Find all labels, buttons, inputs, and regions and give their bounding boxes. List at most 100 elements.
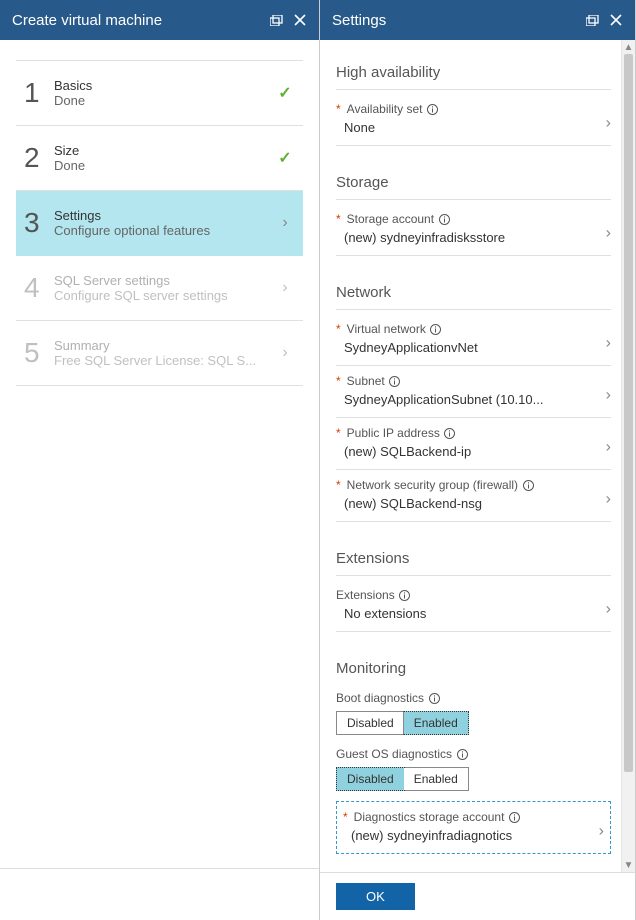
field-storage-account[interactable]: * Storage account (new) sydneyinfradisks… <box>336 204 611 256</box>
chevron-right-icon: › <box>606 386 611 404</box>
create-vm-header: Create virtual machine <box>0 0 319 40</box>
field-extensions[interactable]: Extensions No extensions › <box>336 580 611 632</box>
info-icon[interactable] <box>399 589 411 601</box>
step-summary[interactable]: 5 Summary Free SQL Server License: SQL S… <box>16 321 303 386</box>
info-icon[interactable] <box>508 811 520 823</box>
section-storage: Storage * Storage account (new) sydneyin… <box>336 166 625 256</box>
step-number: 5 <box>24 337 54 369</box>
field-label-text: Storage account <box>347 212 434 226</box>
step-number: 4 <box>24 272 54 304</box>
step-subtitle: Free SQL Server License: SQL S... <box>54 353 275 368</box>
settings-footer: OK <box>320 872 635 920</box>
close-icon[interactable] <box>609 13 623 27</box>
field-value: (new) SQLBackend-ip <box>336 444 611 459</box>
field-value: SydneyApplicationvNet <box>336 340 611 355</box>
restore-icon[interactable] <box>585 13 599 27</box>
left-footer <box>0 868 319 920</box>
create-vm-panel: Create virtual machine 1 Basics Done ✓ 2… <box>0 0 320 920</box>
step-subtitle: Configure SQL server settings <box>54 288 275 303</box>
chevron-right-icon: › <box>606 224 611 242</box>
info-icon[interactable] <box>522 479 534 491</box>
field-label-text: Network security group (firewall) <box>347 478 518 492</box>
field-diagnostics-storage[interactable]: * Diagnostics storage account (new) sydn… <box>336 801 611 854</box>
field-nsg[interactable]: * Network security group (firewall) (new… <box>336 470 611 522</box>
check-icon: ✓ <box>278 83 291 103</box>
step-number: 3 <box>24 207 54 239</box>
boot-diagnostics-label: Boot diagnostics <box>336 691 611 705</box>
section-network: Network * Virtual network SydneyApplicat… <box>336 276 625 522</box>
step-settings[interactable]: 3 Settings Configure optional features › <box>16 191 303 256</box>
section-heading: Network <box>336 276 611 310</box>
guest-diagnostics-label: Guest OS diagnostics <box>336 747 611 761</box>
settings-body: High availability * Availability set Non… <box>320 40 635 872</box>
info-icon[interactable] <box>438 213 450 225</box>
step-number: 1 <box>24 77 54 109</box>
guest-diag-disabled-button[interactable]: Disabled <box>336 767 405 791</box>
chevron-right-icon: › <box>282 279 287 297</box>
required-indicator: * <box>336 102 341 116</box>
restore-icon[interactable] <box>269 13 283 27</box>
guest-diagnostics-toggle: Disabled Enabled <box>336 767 469 791</box>
step-basics[interactable]: 1 Basics Done ✓ <box>16 60 303 126</box>
scroll-up-icon[interactable]: ▲ <box>622 40 635 54</box>
field-label-text: Diagnostics storage account <box>354 810 505 824</box>
scroll-down-icon[interactable]: ▼ <box>622 858 635 872</box>
step-title: Summary <box>54 338 275 353</box>
info-icon[interactable] <box>389 375 401 387</box>
info-icon[interactable] <box>444 427 456 439</box>
field-label-text: Subnet <box>347 374 385 388</box>
chevron-right-icon: › <box>606 600 611 618</box>
required-indicator: * <box>336 322 341 336</box>
field-virtual-network[interactable]: * Virtual network SydneyApplicationvNet … <box>336 314 611 366</box>
create-vm-header-icons <box>269 13 307 27</box>
field-label-text: Virtual network <box>347 322 426 336</box>
field-value: (new) SQLBackend-nsg <box>336 496 611 511</box>
section-high-availability: High availability * Availability set Non… <box>336 56 625 146</box>
step-subtitle: Done <box>54 158 275 173</box>
settings-panel: Settings High availability * Availabilit… <box>320 0 636 920</box>
close-icon[interactable] <box>293 13 307 27</box>
chevron-right-icon: › <box>282 344 287 362</box>
field-label-text: Public IP address <box>347 426 440 440</box>
scrollbar-thumb[interactable] <box>624 54 633 772</box>
step-sql-server-settings[interactable]: 4 SQL Server settings Configure SQL serv… <box>16 256 303 321</box>
field-label-text: Availability set <box>347 102 423 116</box>
chevron-right-icon: › <box>606 438 611 456</box>
step-subtitle: Configure optional features <box>54 223 275 238</box>
boot-diag-disabled-button[interactable]: Disabled <box>337 712 404 734</box>
check-icon: ✓ <box>278 148 291 168</box>
chevron-right-icon: › <box>599 822 604 840</box>
step-subtitle: Done <box>54 93 275 108</box>
boot-diagnostics-toggle: Disabled Enabled <box>336 711 469 735</box>
info-icon[interactable] <box>456 748 468 760</box>
field-value: (new) sydneyinfradiagnotics <box>343 828 604 843</box>
field-availability-set[interactable]: * Availability set None › <box>336 94 611 146</box>
settings-header: Settings <box>320 0 635 40</box>
required-indicator: * <box>336 374 341 388</box>
step-title: SQL Server settings <box>54 273 275 288</box>
required-indicator: * <box>336 478 341 492</box>
guest-diag-enabled-button[interactable]: Enabled <box>404 768 468 790</box>
field-value: None <box>336 120 611 135</box>
info-icon[interactable] <box>430 323 442 335</box>
section-heading: High availability <box>336 56 611 90</box>
field-value: No extensions <box>336 606 611 621</box>
section-heading: Storage <box>336 166 611 200</box>
steps-list: 1 Basics Done ✓ 2 Size Done ✓ 3 Settings… <box>0 40 319 868</box>
field-public-ip[interactable]: * Public IP address (new) SQLBackend-ip … <box>336 418 611 470</box>
info-icon[interactable] <box>427 103 439 115</box>
field-value: (new) sydneyinfradisksstore <box>336 230 611 245</box>
field-value: SydneyApplicationSubnet (10.10... <box>336 392 611 407</box>
required-indicator: * <box>336 212 341 226</box>
required-indicator: * <box>336 426 341 440</box>
scrollbar[interactable]: ▲ ▼ <box>621 40 635 872</box>
step-size[interactable]: 2 Size Done ✓ <box>16 126 303 191</box>
settings-title: Settings <box>332 12 386 29</box>
ok-button[interactable]: OK <box>336 883 415 910</box>
section-extensions: Extensions Extensions No extensions › <box>336 542 625 632</box>
field-subnet[interactable]: * Subnet SydneyApplicationSubnet (10.10.… <box>336 366 611 418</box>
boot-diag-enabled-button[interactable]: Enabled <box>403 711 469 735</box>
step-number: 2 <box>24 142 54 174</box>
info-icon[interactable] <box>428 692 440 704</box>
settings-header-icons <box>585 13 623 27</box>
